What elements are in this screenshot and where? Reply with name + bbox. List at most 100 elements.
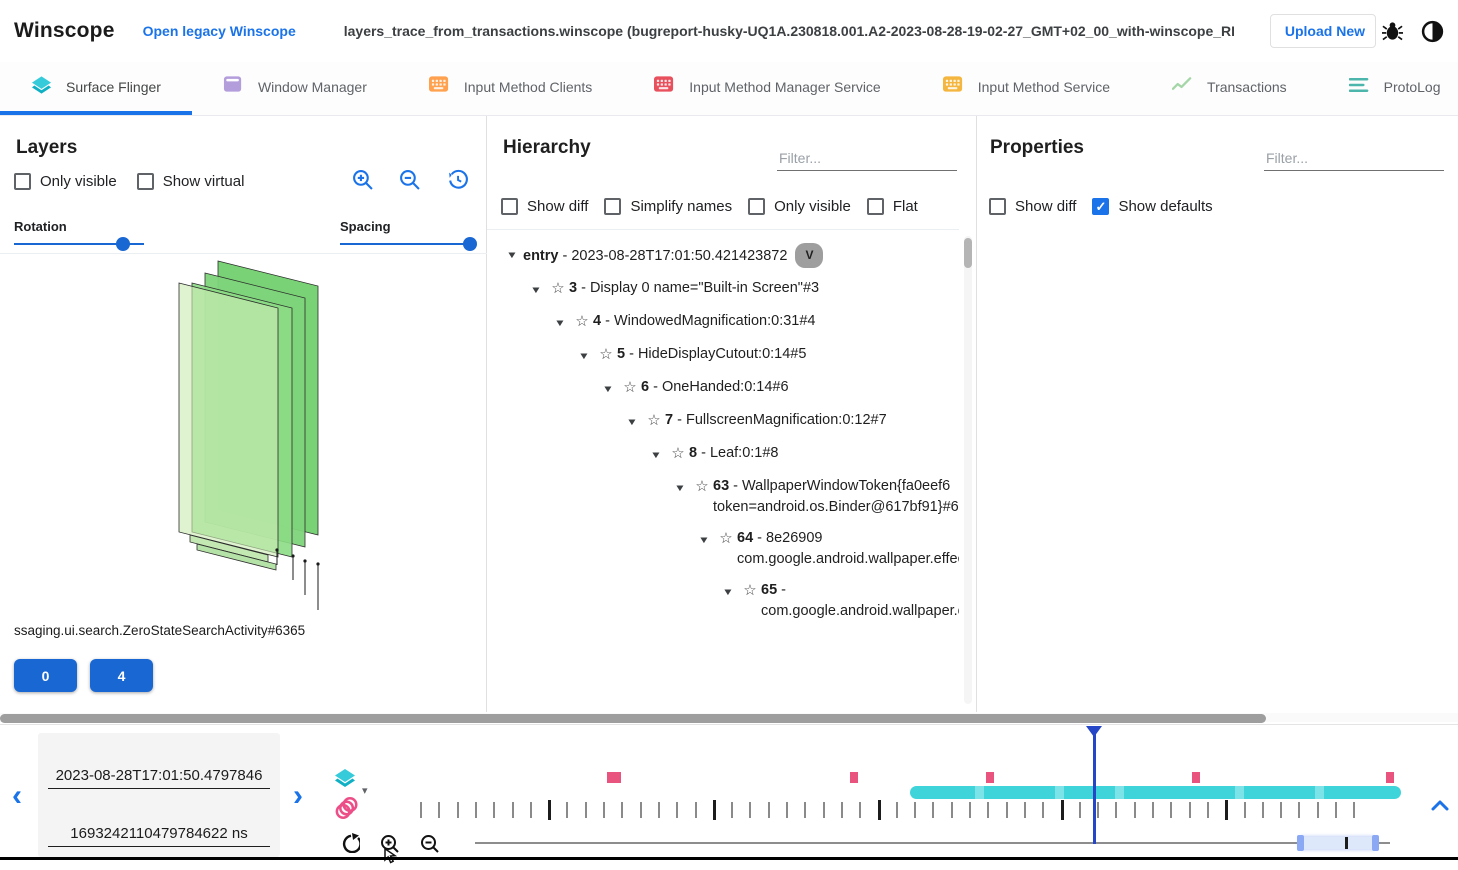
timeline-cursor-head[interactable] <box>1086 726 1102 737</box>
bookmark-marker[interactable] <box>607 772 621 783</box>
tree-node-entry[interactable]: ▼entry - 2023-08-28T17:01:50.421423872V <box>487 238 959 273</box>
timeline-nav-line[interactable] <box>475 842 1390 844</box>
hierarchy-only-visible-checkbox[interactable]: Only visible <box>748 198 851 215</box>
report-bug-icon[interactable] <box>1382 21 1403 42</box>
tab-input-method-service[interactable]: Input Method Service <box>912 62 1141 115</box>
pin-star-icon[interactable]: ☆ <box>571 311 593 332</box>
tree-node-63[interactable]: ▼☆63 - WallpaperWindowToken{fa0eef6 toke… <box>487 471 959 523</box>
hierarchy-show-diff-checkbox[interactable]: Show diff <box>501 198 588 215</box>
hierarchy-panel-title: Hierarchy <box>503 137 591 159</box>
checkbox-checked-icon[interactable]: ✓ <box>1092 198 1109 215</box>
timeline-scrollbar-track[interactable] <box>0 713 1458 722</box>
rotation-slider-thumb[interactable] <box>116 237 130 251</box>
bookmark-marker[interactable] <box>1386 772 1394 783</box>
checkbox-unchecked-icon[interactable] <box>137 173 154 190</box>
ruler-tick <box>1115 802 1117 818</box>
timeline-cursor-line[interactable] <box>1093 730 1096 844</box>
next-entry-button[interactable]: › <box>293 786 303 806</box>
expand-chevron-icon[interactable]: ▼ <box>549 313 571 331</box>
checkbox-unchecked-icon[interactable] <box>748 198 765 215</box>
trace-selector-caret-icon[interactable]: ▾ <box>362 784 368 797</box>
expand-chevron-icon[interactable]: ▼ <box>645 445 667 463</box>
tree-node-6[interactable]: ▼☆6 - OneHanded:0:14#6 <box>487 372 959 405</box>
hierarchy-flat-checkbox[interactable]: Flat <box>867 198 918 215</box>
properties-show-defaults-checkbox[interactable]: ✓ Show defaults <box>1092 198 1212 215</box>
hierarchy-filter-input[interactable] <box>777 146 957 171</box>
expand-chevron-icon[interactable]: ▼ <box>669 478 691 496</box>
hierarchy-simplify-names-checkbox[interactable]: Simplify names <box>604 198 732 215</box>
open-legacy-link[interactable]: Open legacy Winscope <box>143 23 296 39</box>
zoom-in-icon[interactable] <box>352 169 373 190</box>
layers-show-virtual-checkbox[interactable]: Show virtual <box>137 173 245 190</box>
selection-handle-right[interactable] <box>1372 835 1379 851</box>
restore-view-icon[interactable] <box>446 169 468 190</box>
trace-bar-segment <box>1315 786 1324 799</box>
ns-time-input[interactable] <box>48 821 270 847</box>
collapse-timeline-icon[interactable] <box>1430 798 1450 817</box>
tree-node-8[interactable]: ▼☆8 - Leaf:0:1#8 <box>487 438 959 471</box>
layers-3d-view[interactable] <box>0 253 487 673</box>
tab-input-method-clients[interactable]: Input Method Clients <box>398 62 623 115</box>
timeline-scrollbar-thumb[interactable] <box>0 714 1266 723</box>
tree-node-7[interactable]: ▼☆7 - FullscreenMagnification:0:12#7 <box>487 405 959 438</box>
upload-new-button[interactable]: Upload New <box>1270 14 1376 48</box>
tab-window-manager[interactable]: Window Manager <box>192 62 398 115</box>
layer-count-button-4[interactable]: 4 <box>90 659 153 692</box>
timeline-selection-range[interactable] <box>1300 837 1375 849</box>
trace-bar-segment <box>1055 786 1064 799</box>
spacing-slider[interactable] <box>340 243 470 245</box>
tree-node-65[interactable]: ▼☆65 - com.google.android.wallpaper.effe… <box>487 575 959 627</box>
zoom-out-icon[interactable] <box>399 169 420 190</box>
ruler-tick <box>786 802 788 818</box>
checkbox-unchecked-icon[interactable] <box>14 173 31 190</box>
tab-surface-flinger[interactable]: Surface Flinger <box>0 62 192 115</box>
layer-count-button-0[interactable]: 0 <box>14 659 77 692</box>
rotation-label: Rotation <box>14 219 144 234</box>
pin-star-icon[interactable]: ☆ <box>595 344 617 365</box>
refresh-icon[interactable] <box>340 833 360 858</box>
bookmark-marker[interactable] <box>1192 772 1200 783</box>
tab-protolog[interactable]: ProtoLog <box>1318 62 1458 115</box>
expand-chevron-icon[interactable]: ▼ <box>717 582 739 600</box>
pin-star-icon[interactable]: ☆ <box>667 443 689 464</box>
expand-chevron-icon[interactable]: ▼ <box>597 379 619 397</box>
pin-star-icon[interactable]: ☆ <box>739 580 761 601</box>
tab-transactions[interactable]: Transactions <box>1141 62 1318 115</box>
tree-node-64[interactable]: ▼☆64 - 8e26909 com.google.android.wallpa… <box>487 523 959 575</box>
checkbox-unchecked-icon[interactable] <box>989 198 1006 215</box>
pin-star-icon[interactable]: ☆ <box>643 410 665 431</box>
checkbox-label: Show defaults <box>1118 198 1212 215</box>
expand-chevron-icon[interactable]: ▼ <box>525 280 547 298</box>
dark-mode-icon[interactable] <box>1421 20 1444 43</box>
timeline-canvas[interactable] <box>415 726 1415 860</box>
pin-star-icon[interactable]: ☆ <box>547 278 569 299</box>
pin-star-icon[interactable]: ☆ <box>715 528 737 549</box>
properties-filter-input[interactable] <box>1264 146 1444 171</box>
expand-chevron-icon[interactable]: ▼ <box>621 412 643 430</box>
pin-star-icon[interactable]: ☆ <box>691 476 713 497</box>
selection-handle-left[interactable] <box>1297 835 1304 851</box>
tree-node-4[interactable]: ▼☆4 - WindowedMagnification:0:31#4 <box>487 306 959 339</box>
expand-chevron-icon[interactable]: ▼ <box>501 245 523 263</box>
properties-show-diff-checkbox[interactable]: Show diff <box>989 198 1076 215</box>
layers-trace-icon[interactable] <box>334 768 356 794</box>
tree-node-3[interactable]: ▼☆3 - Display 0 name="Built-in Screen"#3 <box>487 273 959 306</box>
spacing-slider-thumb[interactable] <box>463 237 477 251</box>
checkbox-unchecked-icon[interactable] <box>867 198 884 215</box>
prev-entry-button[interactable]: ‹ <box>12 786 22 806</box>
bookmark-marker[interactable] <box>986 772 994 783</box>
bookmark-marker[interactable] <box>850 772 858 783</box>
tab-input-method-manager-service[interactable]: Input Method Manager Service <box>623 62 911 115</box>
layers-only-visible-checkbox[interactable]: Only visible <box>14 173 117 190</box>
checkbox-unchecked-icon[interactable] <box>501 198 518 215</box>
tree-scrollbar[interactable] <box>964 236 972 704</box>
expand-chevron-icon[interactable]: ▼ <box>573 346 595 364</box>
checkbox-unchecked-icon[interactable] <box>604 198 621 215</box>
tree-node-5[interactable]: ▼☆5 - HideDisplayCutout:0:14#5 <box>487 339 959 372</box>
expand-chevron-icon[interactable]: ▼ <box>693 530 715 548</box>
rotation-slider[interactable] <box>14 243 144 245</box>
human-time-input[interactable] <box>48 763 270 789</box>
tree-scrollbar-thumb[interactable] <box>964 238 972 268</box>
transitions-trace-icon[interactable] <box>334 796 358 825</box>
pin-star-icon[interactable]: ☆ <box>619 377 641 398</box>
